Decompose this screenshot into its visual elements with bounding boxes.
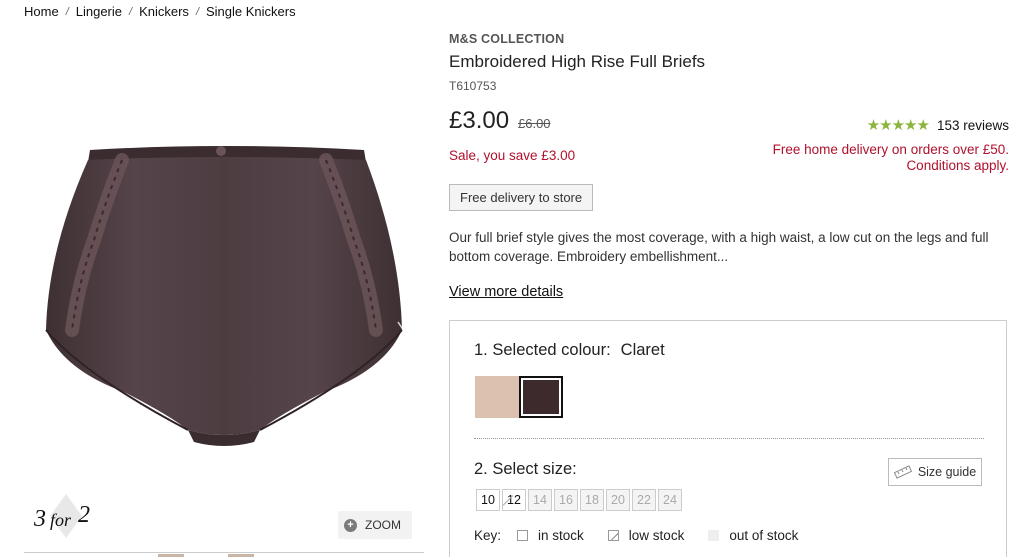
size-heading: 2. Select size: bbox=[474, 460, 577, 478]
breadcrumb: Home / Lingerie / Knickers / Single Knic… bbox=[24, 4, 296, 19]
section-divider bbox=[474, 438, 984, 439]
delivery-note-text: Free home delivery on orders over £50. bbox=[772, 142, 1009, 157]
low-stock-indicator bbox=[607, 530, 619, 541]
breadcrumb-separator: / bbox=[129, 5, 133, 18]
chevron-left-icon[interactable] bbox=[32, 320, 46, 354]
colour-swatch-fill bbox=[523, 380, 559, 414]
breadcrumb-separator: / bbox=[195, 5, 199, 18]
colour-swatch-claret[interactable] bbox=[519, 376, 563, 418]
out-of-stock-indicator bbox=[708, 530, 720, 541]
free-delivery-to-store-button[interactable]: Free delivery to store bbox=[449, 184, 594, 211]
colour-heading-label: 1. Selected colour: bbox=[474, 341, 611, 359]
options-panel: 1. Selected colour: Claret 2. Select size… bbox=[449, 320, 1007, 557]
size-option-14[interactable]: 14 bbox=[528, 489, 552, 511]
product-image-gallery: 3 for 2 + ZOOM bbox=[24, 30, 424, 557]
size-option-18[interactable]: 18 bbox=[580, 489, 604, 511]
size-option-12[interactable]: 12 bbox=[502, 489, 526, 511]
breadcrumb-lingerie[interactable]: Lingerie bbox=[76, 4, 122, 19]
key-low-stock-label: low stock bbox=[628, 528, 685, 543]
in-stock-indicator bbox=[517, 530, 529, 541]
plus-circle-icon: + bbox=[344, 518, 357, 532]
sale-saving-text: Sale, you save £3.00 bbox=[449, 148, 576, 163]
breadcrumb-home[interactable]: Home bbox=[24, 4, 59, 19]
zoom-label: ZOOM bbox=[365, 518, 401, 532]
size-option-22[interactable]: 22 bbox=[632, 489, 656, 511]
svg-text:2: 2 bbox=[78, 502, 90, 528]
brand-label: M&S COLLECTION bbox=[449, 32, 565, 46]
three-for-two-badge: 3 for 2 bbox=[33, 494, 90, 538]
colour-heading: 1. Selected colour: Claret bbox=[474, 341, 665, 360]
colour-swatch-nude[interactable] bbox=[475, 376, 519, 418]
key-out-of-stock-label: out of stock bbox=[729, 528, 799, 543]
rating-summary[interactable]: ★★★★★ 153 reviews bbox=[867, 116, 1009, 134]
size-option-20[interactable]: 20 bbox=[606, 489, 630, 511]
product-title: Embroidered High Rise Full Briefs bbox=[449, 52, 706, 71]
svg-text:for: for bbox=[50, 510, 72, 530]
breadcrumb-separator: / bbox=[65, 5, 69, 18]
star-rating-icon: ★★★★★ bbox=[866, 117, 930, 134]
conditions-link[interactable]: Conditions apply. bbox=[773, 158, 1009, 174]
breadcrumb-knickers[interactable]: Knickers bbox=[139, 4, 189, 19]
svg-text:3: 3 bbox=[33, 506, 46, 532]
size-option-16[interactable]: 16 bbox=[554, 489, 578, 511]
key-in-stock-label: in stock bbox=[538, 528, 584, 543]
key-label: Key: bbox=[474, 528, 502, 543]
gallery-divider bbox=[24, 552, 424, 553]
view-more-details-link[interactable]: View more details bbox=[449, 284, 563, 300]
ruler-icon bbox=[893, 465, 912, 479]
size-guide-button[interactable]: Size guide bbox=[888, 458, 982, 486]
stock-key: Key: in stock low stock out of stock bbox=[474, 528, 806, 543]
original-price: £6.00 bbox=[518, 116, 551, 131]
product-image[interactable] bbox=[24, 30, 424, 500]
product-code: T610753 bbox=[449, 79, 497, 93]
size-option-10[interactable]: 10 bbox=[476, 489, 500, 511]
delivery-note: Free home delivery on orders over £50. C… bbox=[773, 142, 1009, 174]
size-options: 10 12 14 16 18 20 22 24 bbox=[476, 489, 684, 511]
size-option-24[interactable]: 24 bbox=[658, 489, 682, 511]
zoom-button[interactable]: + ZOOM bbox=[338, 511, 412, 539]
breadcrumb-single-knickers[interactable]: Single Knickers bbox=[206, 4, 296, 19]
review-count[interactable]: 153 reviews bbox=[937, 118, 1009, 133]
size-guide-label: Size guide bbox=[917, 465, 977, 479]
chevron-right-icon[interactable] bbox=[396, 320, 410, 354]
current-price: £3.00 bbox=[449, 107, 510, 134]
product-description: Our full brief style gives the most cove… bbox=[449, 230, 989, 264]
selected-colour-value: Claret bbox=[620, 341, 665, 359]
product-details: M&S COLLECTION Embroidered High Rise Ful… bbox=[449, 0, 1009, 557]
